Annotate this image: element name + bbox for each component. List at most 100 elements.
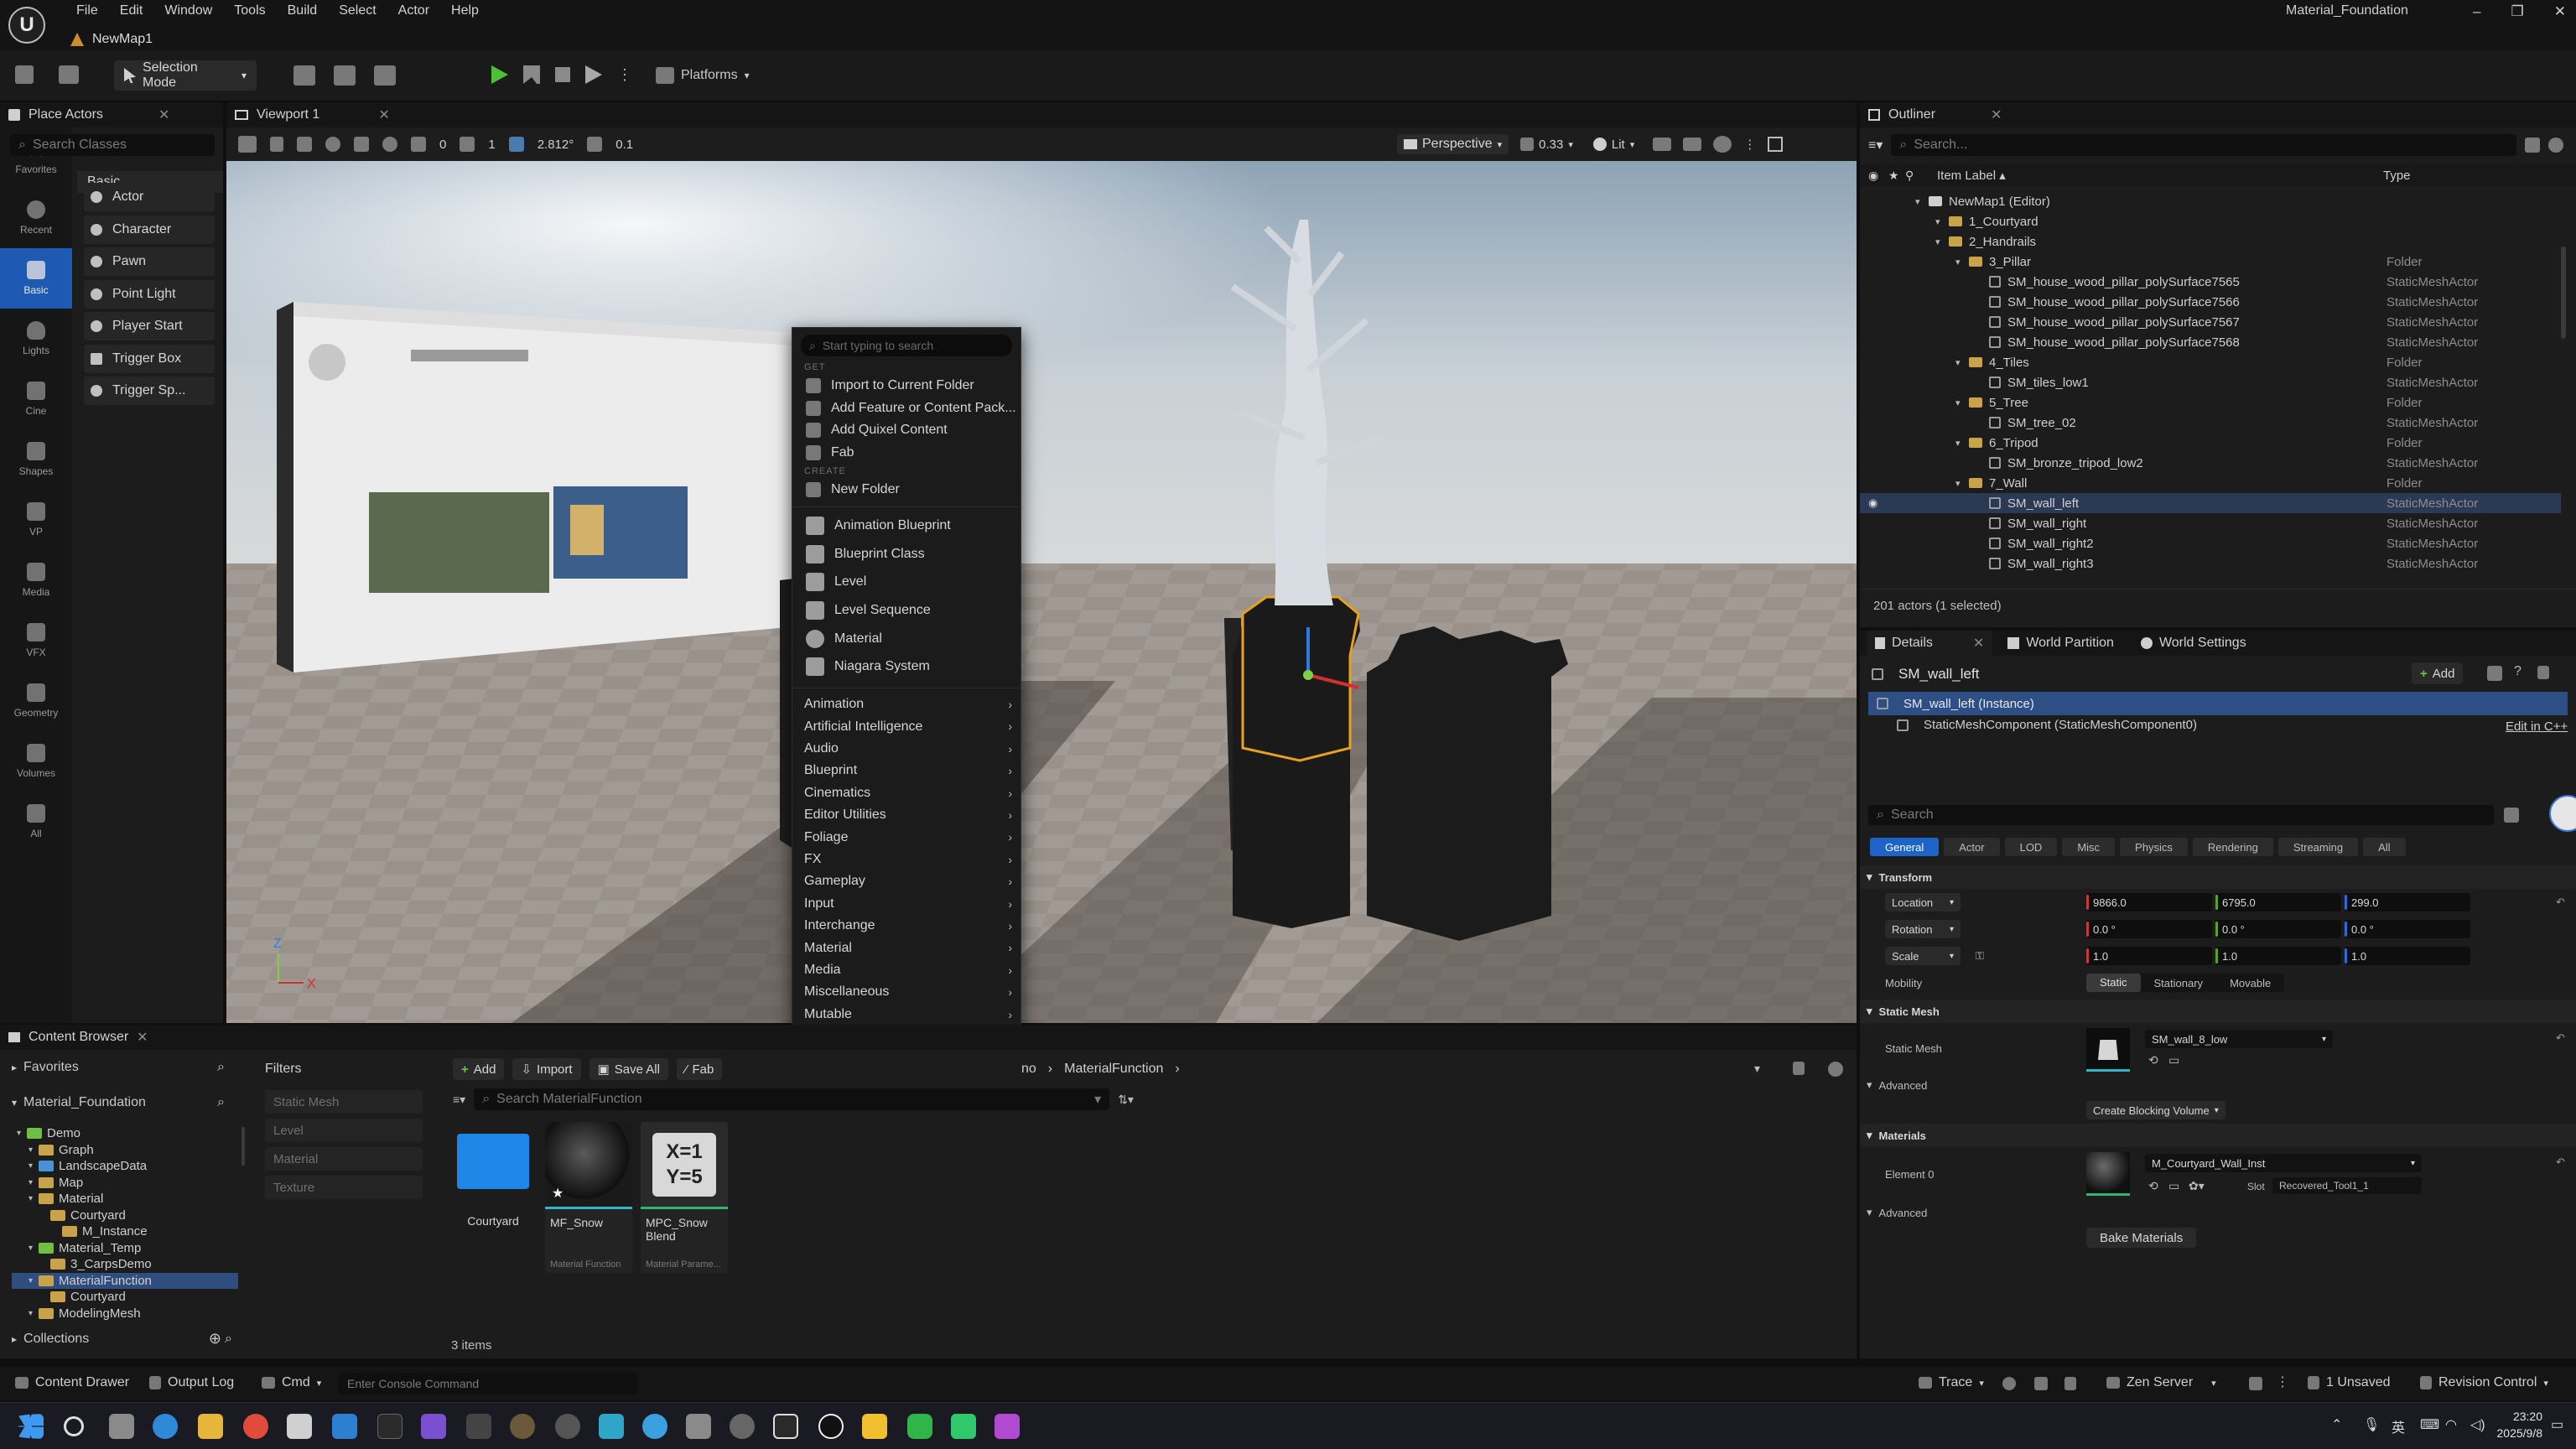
actor-item-pawn[interactable]: Pawn: [84, 247, 215, 276]
outliner-search-input[interactable]: ⌕ Search...: [1891, 134, 2517, 156]
outliner-actor-row[interactable]: SM_bronze_tripod_low2 StaticMeshActor: [1860, 453, 2561, 473]
reset-icon[interactable]: ↶: [2556, 896, 2565, 909]
submenu-animation[interactable]: Animation ›: [792, 693, 1021, 715]
clock[interactable]: 23:20 2025/9/8: [2482, 1408, 2543, 1441]
actor-item-actor[interactable]: Actor: [84, 183, 215, 211]
folder-tree-item[interactable]: M_Instance: [12, 1223, 238, 1240]
sort-icon[interactable]: ⇅▾: [1118, 1093, 1134, 1107]
outliner-folder-row[interactable]: ▾ 6_Tripod Folder: [1860, 433, 2561, 453]
outliner-actor-row[interactable]: SM_house_wood_pillar_polySurface7566 Stat…: [1860, 292, 2561, 312]
category-basic[interactable]: Basic: [0, 248, 72, 309]
location-dropdown[interactable]: Location ▾: [1885, 893, 1961, 911]
unsaved-button[interactable]: 1 Unsaved: [2308, 1375, 2391, 1390]
browse-icon[interactable]: ▭: [2168, 1179, 2179, 1193]
chevron-up-icon[interactable]: ⌃: [2331, 1416, 2342, 1433]
category-rendering[interactable]: Rendering: [2192, 838, 2273, 856]
show-flags-icon[interactable]: [1653, 138, 1672, 151]
submenu-blueprint[interactable]: Blueprint ›: [792, 760, 1021, 782]
add-button[interactable]: + Add: [453, 1058, 505, 1080]
menu-item-niagara-system[interactable]: Niagara System: [792, 652, 1021, 681]
submenu-mutable[interactable]: Mutable ›: [792, 1004, 1021, 1026]
mobility-stationary[interactable]: Stationary: [2141, 977, 2217, 989]
static-mesh-picker[interactable]: SM_wall_8_low ▾: [2145, 1030, 2333, 1048]
menu-select[interactable]: Select: [328, 0, 387, 22]
outliner-actor-row[interactable]: ▾ NewMap1 (Editor): [1860, 191, 2561, 211]
app-icon[interactable]: [686, 1414, 711, 1439]
visibility-column-icon[interactable]: ◉: [1868, 169, 1878, 183]
import-button[interactable]: ⇩ Import: [512, 1058, 581, 1080]
outliner-actor-row[interactable]: ◉ SM_wall_left StaticMeshActor: [1860, 493, 2561, 513]
outliner-folder-row[interactable]: ▾ 3_Pillar Folder: [1860, 252, 2561, 272]
close-icon[interactable]: ✕: [158, 106, 169, 123]
material-picker[interactable]: M_Courtyard_Wall_Inst ▾: [2145, 1154, 2422, 1172]
chevron-down-icon[interactable]: ▾: [1935, 216, 1949, 227]
actor-item-point-light[interactable]: Point Light: [84, 279, 215, 309]
visibility-icon[interactable]: ◉: [1868, 496, 1877, 510]
location-z[interactable]: 299.0: [2345, 893, 2470, 911]
close-icon[interactable]: ✕: [137, 1029, 148, 1046]
mesh-thumbnail[interactable]: [2086, 1028, 2130, 1072]
search-icon[interactable]: [64, 1416, 84, 1436]
move-tool-icon[interactable]: [297, 137, 312, 152]
tab-world-settings[interactable]: World Settings: [2129, 636, 2258, 651]
search-classes-input[interactable]: ⌕ Search Classes: [10, 134, 215, 156]
create-blocking-volume-button[interactable]: Create Blocking Volume ▾: [2086, 1101, 2225, 1119]
use-selected-icon[interactable]: ⟲: [2148, 1053, 2158, 1067]
chevron-down-icon[interactable]: ▾: [1915, 196, 1929, 207]
file-explorer-icon[interactable]: [198, 1414, 223, 1439]
category-misc[interactable]: Misc: [2062, 838, 2116, 856]
search-icon[interactable]: ⌕: [217, 1095, 225, 1110]
advanced-header[interactable]: ▾ Advanced: [1860, 1073, 2576, 1097]
menu-item-blueprint-class[interactable]: Blueprint Class: [792, 540, 1021, 569]
zen-server-dropdown[interactable]: Zen Server ▾: [2106, 1375, 2216, 1390]
category-all[interactable]: All: [2363, 838, 2406, 856]
step-icon[interactable]: [523, 65, 540, 84]
more-options-icon[interactable]: ⋮: [1743, 137, 1756, 152]
scale-tool-icon[interactable]: [354, 137, 369, 152]
add-component-button[interactable]: + Add: [2412, 662, 2464, 684]
3d-scene[interactable]: Z X: [226, 161, 1857, 1023]
favorites-header[interactable]: ▸ Favorites ⌕: [12, 1060, 238, 1075]
wechat-icon[interactable]: [907, 1414, 932, 1439]
submenu-artificial-intelligence[interactable]: Artificial Intelligence ›: [792, 715, 1021, 737]
console-input[interactable]: Enter Console Command: [339, 1373, 637, 1394]
rotation-x[interactable]: 0.0 °: [2086, 920, 2212, 938]
more-options-icon[interactable]: ⋮: [2276, 1374, 2289, 1390]
category-actor[interactable]: Actor: [1944, 838, 2000, 856]
category-shapes[interactable]: Shapes: [0, 429, 72, 490]
menu-help[interactable]: Help: [440, 0, 490, 22]
avatar[interactable]: [2549, 795, 2576, 832]
app-icon[interactable]: [642, 1414, 667, 1439]
menu-build[interactable]: Build: [277, 0, 329, 22]
asset-mf-snow[interactable]: ★ MF_Snow Material Function: [545, 1122, 632, 1273]
location-y[interactable]: 6795.0: [2215, 893, 2341, 911]
actor-item-character[interactable]: Character: [84, 215, 215, 244]
chevron-down-icon[interactable]: ▾: [29, 1276, 39, 1285]
save-icon[interactable]: [15, 65, 34, 84]
mobility-movable[interactable]: Movable: [2216, 977, 2284, 989]
chevron-down-icon[interactable]: ▾: [1955, 257, 1969, 267]
submenu-cinematics[interactable]: Cinematics ›: [792, 782, 1021, 804]
item-label-column[interactable]: Item Label ▴: [1937, 168, 2006, 183]
submenu-gameplay[interactable]: Gameplay ›: [792, 870, 1021, 892]
filter-static-mesh[interactable]: Static Mesh: [265, 1090, 423, 1114]
folder-tree-item[interactable]: ▾ Material: [12, 1191, 238, 1208]
content-browser-tab[interactable]: Content Browser ✕: [0, 1025, 1857, 1050]
outliner-actor-row[interactable]: SM_wall_right2 StaticMeshActor: [1860, 533, 2561, 553]
asset-mpc-snow-blend[interactable]: X=1 Y=5 MPC_Snow Blend Material Parame..…: [641, 1122, 728, 1273]
folder-tree-item[interactable]: ▾ ModelingMesh: [12, 1306, 238, 1322]
submenu-input[interactable]: Input ›: [792, 893, 1021, 915]
chrome-icon[interactable]: [243, 1414, 268, 1439]
transform-header[interactable]: ▾ Transform: [1860, 865, 2576, 889]
category-vp[interactable]: VP: [0, 490, 72, 550]
wifi-icon[interactable]: ◠: [2445, 1416, 2457, 1433]
outliner-actor-row[interactable]: SM_tree_02 StaticMeshActor: [1860, 413, 2561, 433]
material-options-icon[interactable]: ✿▾: [2189, 1179, 2205, 1193]
perspective-dropdown[interactable]: Perspective ▾: [1397, 134, 1509, 154]
pin-column-icon[interactable]: ⚲: [1905, 169, 1914, 183]
rotation-y[interactable]: 0.0 °: [2215, 920, 2341, 938]
terminal-icon[interactable]: [377, 1414, 402, 1439]
search-icon[interactable]: ⌕: [225, 1332, 232, 1347]
outliner-scrollbar[interactable]: [2561, 247, 2566, 339]
reset-icon[interactable]: ↶: [2556, 1031, 2565, 1045]
